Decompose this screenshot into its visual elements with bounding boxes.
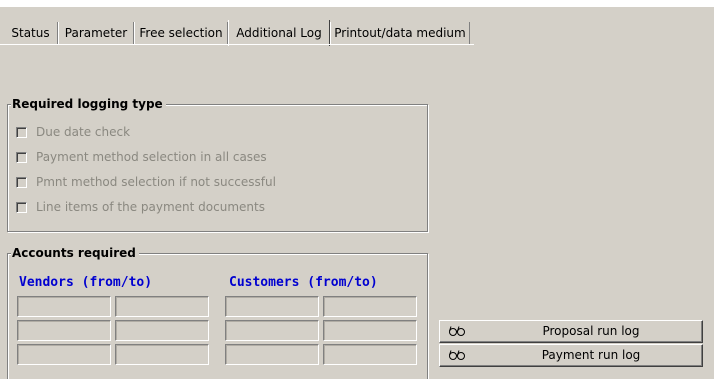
customer-to-1[interactable]	[323, 296, 417, 317]
payment-run-log-button[interactable]: Payment run log	[439, 344, 703, 367]
tab-free-selection[interactable]: Free selection	[134, 22, 228, 44]
proposal-run-log-button[interactable]: Proposal run log	[439, 320, 703, 343]
customer-to-2[interactable]	[323, 320, 417, 341]
line-items-label: Line items of the payment documents	[36, 200, 265, 214]
customer-from-2[interactable]	[225, 320, 319, 341]
customer-from-3[interactable]	[225, 344, 319, 365]
proposal-run-log-label: Proposal run log	[542, 324, 640, 338]
customer-to-3[interactable]	[323, 344, 417, 365]
tab-parameter[interactable]: Parameter	[58, 22, 134, 44]
vendor-to-3[interactable]	[115, 344, 209, 365]
tab-status[interactable]: Status	[4, 22, 58, 44]
required-logging-group: Required logging type Due date check Pay…	[7, 97, 428, 232]
payment-run-window: Status Parameter Free selection Addition…	[0, 0, 714, 379]
vendor-from-1[interactable]	[17, 296, 111, 317]
payment-run-log-label: Payment run log	[541, 348, 641, 362]
customers-header: Customers (from/to)	[229, 275, 378, 290]
payment-method-all-checkbox[interactable]	[16, 151, 27, 163]
vendor-to-2[interactable]	[115, 320, 209, 341]
accounts-required-title: Accounts required	[11, 246, 139, 260]
pmnt-method-unsuccessful-option: Pmnt method selection if not successful	[16, 175, 276, 189]
line-items-checkbox[interactable]	[16, 201, 27, 213]
vendors-header: Vendors (from/to)	[19, 275, 153, 290]
required-logging-title: Required logging type	[11, 97, 166, 111]
pmnt-method-unsuccessful-label: Pmnt method selection if not successful	[36, 175, 276, 189]
payment-method-all-option: Payment method selection in all cases	[16, 150, 267, 164]
glasses-icon	[449, 326, 465, 336]
due-date-check-option: Due date check	[16, 125, 130, 139]
vendor-from-3[interactable]	[17, 344, 111, 365]
vendor-from-2[interactable]	[17, 320, 111, 341]
glasses-icon	[449, 350, 465, 360]
payment-method-all-label: Payment method selection in all cases	[36, 150, 267, 164]
line-items-option: Line items of the payment documents	[16, 200, 265, 214]
tab-strip: Status Parameter Free selection Addition…	[0, 20, 714, 46]
vendor-to-1[interactable]	[115, 296, 209, 317]
tab-baseline	[0, 44, 474, 45]
tab-printout-data-medium[interactable]: Printout/data medium	[330, 22, 470, 44]
tab-additional-log[interactable]: Additional Log	[228, 20, 330, 46]
pmnt-method-unsuccessful-checkbox[interactable]	[16, 176, 27, 188]
top-strip	[0, 0, 714, 7]
customer-from-1[interactable]	[225, 296, 319, 317]
due-date-checkbox[interactable]	[16, 126, 27, 138]
due-date-label: Due date check	[36, 125, 131, 139]
